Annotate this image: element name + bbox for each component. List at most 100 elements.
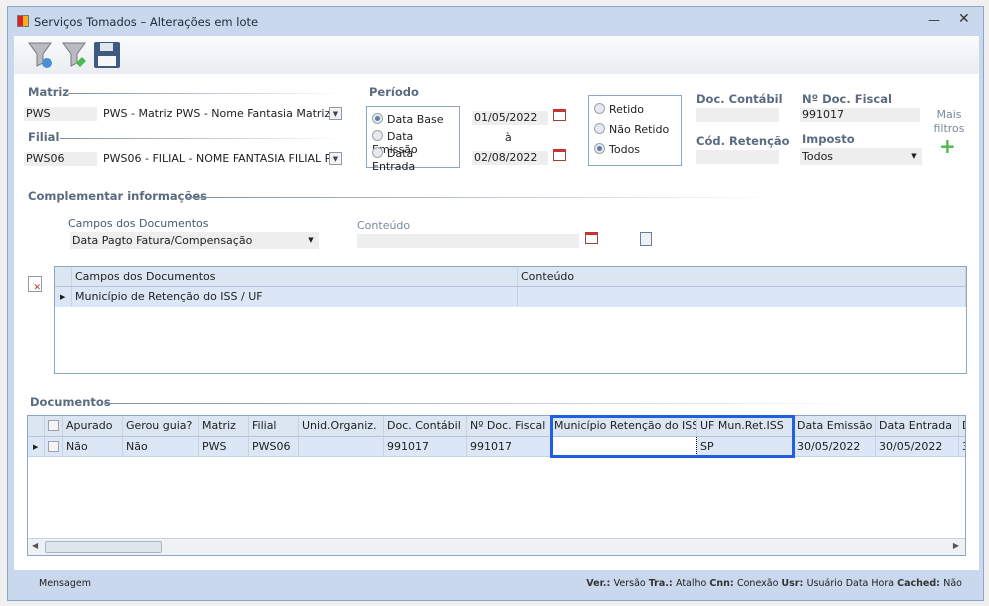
cod-retencao-field[interactable]	[696, 150, 779, 164]
campos-select[interactable]: Data Pagto Fatura/Compensação	[70, 232, 303, 249]
table-row[interactable]: ▶ Não Não PWS PWS06 991017 991017 SP 30/05/2022 3…	[28, 437, 965, 457]
status-value: Conexão	[736, 578, 782, 589]
radio-data-entrada[interactable]: Data Entrada	[372, 147, 459, 173]
to-label: à	[505, 131, 512, 144]
row-pointer-icon: ▶	[28, 437, 45, 456]
scrollbar-thumb[interactable]	[45, 541, 162, 553]
status-value: Versão	[613, 578, 649, 589]
start-date-field[interactable]: 01/05/2022	[472, 111, 548, 125]
calendar-icon[interactable]	[553, 149, 566, 161]
doc-contabil-label: Doc. Contábil	[696, 92, 783, 106]
cod-retencao-label: Cód. Retenção	[696, 134, 790, 148]
table-cell[interactable]	[518, 287, 966, 307]
radio-todos[interactable]: Todos	[594, 143, 640, 156]
imposto-label: Imposto	[802, 132, 855, 146]
table-cell[interactable]: 3	[959, 437, 965, 456]
status-value: Usuário Data Hora	[806, 578, 898, 589]
calendar-icon[interactable]	[553, 109, 566, 121]
conteudo-field[interactable]	[357, 234, 579, 248]
column-header[interactable]: Nº Doc. Fiscal	[467, 416, 551, 436]
table-cell[interactable]: 30/05/2022	[876, 437, 959, 456]
filial-label: Filial	[28, 130, 60, 144]
column-header[interactable]: Matriz	[199, 416, 249, 436]
complementar-grid: Campos dos Documentos Conteúdo ▶ Municíp…	[54, 266, 967, 374]
doc-contabil-field[interactable]	[696, 108, 779, 122]
matriz-select[interactable]: PWS - Matriz PWS - Nome Fantasia Matriz …	[101, 107, 329, 121]
minimize-icon[interactable]: —	[928, 13, 940, 27]
funnel-eraser-icon[interactable]	[62, 41, 88, 69]
column-header[interactable]: Unid.Organiz.	[299, 416, 384, 436]
periodo-group: Data Base Data Emissão Data Entrada	[366, 106, 460, 173]
imposto-select[interactable]: Todos	[800, 148, 906, 165]
row-header-corner	[28, 416, 45, 436]
table-cell[interactable]: 991017	[384, 437, 467, 456]
horizontal-scrollbar[interactable]: ◀ ▶	[28, 538, 965, 555]
chevron-down-icon[interactable]: ▼	[329, 152, 342, 165]
grid-header: Apurado Gerou guia? Matriz Filial Unid.Organ…	[28, 416, 965, 437]
radio-retido[interactable]: Retido	[594, 103, 644, 116]
chevron-down-icon[interactable]: ▼	[906, 148, 922, 165]
matriz-code-field[interactable]: PWS	[24, 107, 97, 121]
column-header[interactable]: Filial	[249, 416, 299, 436]
table-cell[interactable]: Não	[63, 437, 123, 456]
divider	[186, 197, 776, 198]
calendar-icon[interactable]	[585, 232, 598, 244]
conteudo-label: Conteúdo	[357, 219, 411, 232]
doc-fiscal-field[interactable]: 991017	[800, 108, 920, 122]
status-message: Mensagem	[39, 578, 91, 589]
column-header[interactable]: Data Entrada	[876, 416, 959, 436]
chevron-down-icon[interactable]: ▼	[329, 107, 342, 120]
column-header[interactable]: Data Emissão	[794, 416, 876, 436]
radio-label: Não Retido	[609, 123, 670, 136]
end-date-field[interactable]: 02/08/2022	[472, 151, 548, 165]
funnel-gear-icon[interactable]	[28, 41, 54, 69]
column-header[interactable]: Gerou guia?	[123, 416, 199, 436]
table-row[interactable]: ▶ Município de Retenção do ISS / UF	[55, 287, 966, 307]
status-key: Usr:	[781, 578, 807, 589]
app-icon	[17, 15, 29, 27]
status-key: Tra.:	[648, 578, 676, 589]
highlighted-columns	[550, 415, 795, 458]
column-header[interactable]: Campos dos Documentos	[72, 267, 518, 286]
matriz-label: Matriz	[28, 85, 70, 99]
table-cell[interactable]: 30/05/2022	[794, 437, 876, 456]
close-icon[interactable]: ✕	[958, 11, 970, 27]
radio-nao-retido[interactable]: Não Retido	[594, 123, 669, 136]
status-info: Ver.: Versão Tra.: Atalho Cnn: Conexão U…	[586, 578, 962, 589]
toolbar	[14, 36, 979, 74]
column-header[interactable]: Conteúdo	[518, 267, 966, 286]
status-value: Atalho	[676, 578, 710, 589]
radio-data-base[interactable]: Data Base	[372, 113, 444, 126]
scroll-left-icon[interactable]: ◀	[32, 541, 38, 550]
table-cell[interactable]: 991017	[467, 437, 551, 456]
table-cell[interactable]: Município de Retenção do ISS / UF	[72, 287, 518, 307]
status-key: Cached:	[897, 578, 944, 589]
table-cell[interactable]: PWS06	[249, 437, 299, 456]
table-cell[interactable]: Não	[123, 437, 199, 456]
row-header-corner	[55, 267, 72, 286]
campos-label: Campos dos Documentos	[68, 217, 209, 230]
divider	[68, 93, 343, 94]
column-header[interactable]: D	[959, 416, 965, 436]
add-row-icon[interactable]	[640, 232, 652, 246]
filial-code-field[interactable]: PWS06	[24, 152, 97, 166]
documentos-title: Documentos	[30, 395, 111, 409]
chevron-down-icon[interactable]: ▼	[303, 232, 319, 249]
complementar-title: Complementar informações	[28, 189, 208, 203]
row-checkbox[interactable]	[45, 437, 63, 456]
floppy-disk-icon[interactable]	[94, 42, 120, 68]
radio-label: Data Base	[387, 113, 444, 126]
column-header[interactable]: Doc. Contábil	[384, 416, 467, 436]
table-cell[interactable]: PWS	[199, 437, 249, 456]
radio-label: Todos	[609, 143, 641, 156]
row-pointer-icon: ▶	[55, 287, 72, 307]
delete-row-icon[interactable]: ✕	[28, 276, 42, 293]
select-all-checkbox[interactable]	[45, 416, 63, 436]
filial-select[interactable]: PWS06 - FILIAL - NOME FANTASIA FILIAL PW…	[101, 152, 329, 166]
status-key: Ver.:	[586, 578, 614, 589]
column-header[interactable]: Apurado	[63, 416, 123, 436]
scroll-right-icon[interactable]: ▶	[953, 541, 959, 550]
add-filter-plus-icon[interactable]: +	[939, 136, 956, 156]
table-cell[interactable]	[299, 437, 384, 456]
mais-filtros-label: Mais filtros	[933, 108, 965, 135]
